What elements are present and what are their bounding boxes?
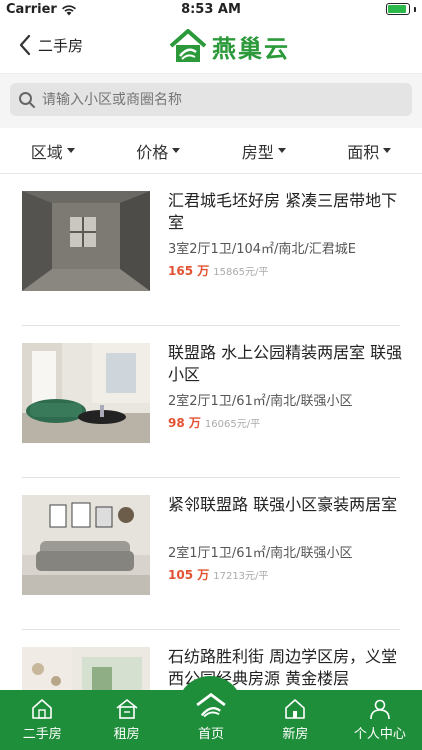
home-logo-icon <box>196 692 226 718</box>
listing-price: 98 万 <box>168 416 201 430</box>
tab-rent[interactable]: 租房 <box>84 690 168 750</box>
listing-meta: 2室2厅1卫/61㎡/南北/联强小区 <box>168 394 353 409</box>
battery-icon <box>386 3 410 15</box>
battery-indicator <box>386 3 416 15</box>
listing-photo <box>22 495 150 595</box>
listing-meta: 2室1厅1卫/61㎡/南北/联强小区 <box>168 546 353 561</box>
filter-label: 房型 <box>241 142 274 162</box>
price-row: 165 万 15865元/平 <box>168 262 268 279</box>
clock: 8:53 AM <box>181 2 241 17</box>
tab-label: 新房 <box>282 727 309 742</box>
filter-label: 区域 <box>30 142 63 162</box>
listing-unit-price: 17213元/平 <box>213 571 269 582</box>
filter-label: 面积 <box>347 142 380 162</box>
logo-text: 燕巢云 <box>212 34 290 63</box>
listing-price: 105 万 <box>168 568 210 582</box>
listing-title: 联盟路 水上公园精装两居室 联强小区 <box>168 343 403 384</box>
search-icon <box>19 91 35 108</box>
listing-item[interactable]: 紧邻联盟路 联强小区豪装两居室 2室1厅1卫/61㎡/南北/联强小区 105 万… <box>0 478 422 630</box>
filter-district[interactable]: 区域 <box>0 128 106 173</box>
listing-title: 紧邻联盟路 联强小区豪装两居室 <box>168 495 398 514</box>
search-input[interactable] <box>42 91 402 108</box>
listing-item[interactable]: 汇君城毛坯好房 紧凑三居带地下室 3室2厅1卫/104㎡/南北/汇君城E 165… <box>0 174 422 326</box>
caret-down-icon <box>277 148 286 153</box>
listing-item[interactable]: 联盟路 水上公园精装两居室 联强小区 2室2厅1卫/61㎡/南北/联强小区 98… <box>0 326 422 478</box>
listing-photo <box>22 191 150 291</box>
caret-down-icon <box>172 148 181 153</box>
status-bar: Carrier 8:53 AM <box>0 0 422 20</box>
search-box[interactable] <box>10 83 412 116</box>
tab-bar: 二手房 租房 首页 新房 个人中心 <box>0 690 422 750</box>
new-house-icon <box>285 699 306 719</box>
tab-profile[interactable]: 个人中心 <box>338 690 422 750</box>
tab-label: 个人中心 <box>353 727 406 742</box>
listing-price: 165 万 <box>168 264 210 278</box>
caret-down-icon <box>383 148 392 153</box>
filter-label: 价格 <box>136 142 169 162</box>
price-row: 98 万 16065元/平 <box>168 414 260 431</box>
tab-new-house[interactable]: 新房 <box>253 690 337 750</box>
search-area <box>0 74 422 128</box>
back-label: 二手房 <box>38 36 84 55</box>
listing-meta: 3室2厅1卫/104㎡/南北/汇君城E <box>168 242 356 257</box>
chevron-left-icon <box>19 34 31 56</box>
listing-unit-price: 15865元/平 <box>213 267 269 278</box>
filter-area[interactable]: 面积 <box>317 128 422 173</box>
tab-label: 首页 <box>198 727 225 742</box>
listing-title: 汇君城毛坯好房 紧凑三居带地下室 <box>168 191 398 232</box>
house-icon <box>32 699 53 719</box>
tab-label: 二手房 <box>22 727 62 742</box>
user-icon <box>370 699 390 720</box>
listing-unit-price: 16065元/平 <box>204 419 261 430</box>
price-row: 105 万 17213元/平 <box>168 566 268 583</box>
filter-price[interactable]: 价格 <box>106 128 212 173</box>
tab-home[interactable]: 首页 <box>169 690 253 750</box>
caret-down-icon <box>66 148 75 153</box>
filter-bar: 区域 价格 房型 面积 <box>0 128 422 174</box>
back-button[interactable]: 二手房 <box>18 34 83 56</box>
tab-label: 租房 <box>113 727 140 742</box>
house-logo-icon <box>169 29 207 62</box>
app-logo: 燕巢云 <box>168 26 290 66</box>
listing-photo <box>22 343 150 443</box>
filter-layout[interactable]: 房型 <box>211 128 317 173</box>
tab-secondhand[interactable]: 二手房 <box>0 690 84 750</box>
nav-bar: 二手房 燕巢云 <box>0 20 422 74</box>
rent-icon <box>116 698 138 719</box>
